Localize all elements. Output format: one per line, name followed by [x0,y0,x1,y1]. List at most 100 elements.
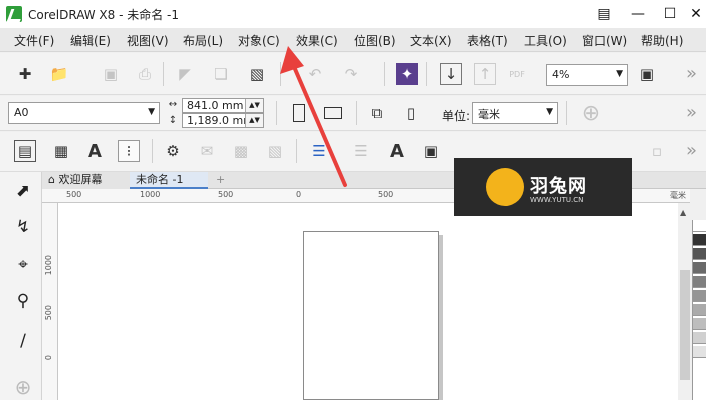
watermark-subtitle: WWW.YUTU.CN [530,196,584,204]
palette-swatch[interactable] [693,220,706,232]
menu-help[interactable]: 帮助(H) [641,32,683,49]
artistic-text-icon[interactable]: A [84,140,106,162]
toolbar-overflow-icon[interactable]: » [686,102,697,123]
menu-text[interactable]: 文本(X) [410,32,452,49]
ruler-label: 0 [44,355,53,361]
rabbit-logo-icon [486,168,524,206]
page-width-icon: ↔ [168,98,178,110]
align-icon[interactable]: ▫ [646,140,668,162]
tab-document-label: 未命名 -1 [136,173,184,186]
object-properties-icon[interactable]: ⚙ [162,140,184,162]
palette-swatch[interactable] [693,346,706,358]
title-bar: CorelDRAW X8 - 未命名 -1 ▤ — ☐ ✕ [0,0,706,28]
crop-tool-icon[interactable]: ⌖ [10,252,36,278]
palette-swatch[interactable] [693,262,706,274]
palette-swatch[interactable] [693,332,706,344]
page-size-combo[interactable]: A0 ▼ [8,102,160,124]
palette-swatch[interactable] [693,248,706,260]
ruler-label: 500 [378,190,394,199]
chevron-down-icon[interactable]: ▼ [616,69,623,79]
add-tab-button[interactable]: + [210,172,228,189]
separator [163,62,164,86]
print-icon[interactable]: ⎙ [134,63,156,85]
pick-tool-icon[interactable]: ⬈ [10,178,36,204]
text-frame-icon[interactable]: ▩ [230,140,252,162]
palette-swatch[interactable] [693,234,706,246]
coreldraw-logo-icon [6,6,22,22]
tab-welcome-label: 欢迎屏幕 [58,173,103,186]
menu-tools[interactable]: 工具(O) [524,32,567,49]
copy-icon[interactable]: ❏ [210,63,232,85]
ruler-label: 500 [218,190,234,199]
zoom-level-value: 4% [552,68,570,81]
page-height-input[interactable]: 1,189.0 mm ▲▼ [182,113,264,128]
page-width-input[interactable]: 841.0 mm ▲▼ [182,98,264,113]
vertical-ruler[interactable]: 1000 500 0 [42,203,58,400]
zoom-level-combo[interactable]: 4% ▼ [546,64,628,86]
full-screen-icon[interactable]: ▣ [636,63,658,85]
spinner-arrows-icon[interactable]: ▲▼ [245,114,263,127]
freehand-tool-icon[interactable]: ∕ [10,328,36,354]
plus-circle-icon[interactable]: ⊕ [580,101,602,126]
window-title: CorelDRAW X8 - 未命名 -1 [28,8,180,22]
minimize-button[interactable]: — [628,4,648,24]
units-combo[interactable]: 毫米 ▼ [472,102,558,124]
menu-table[interactable]: 表格(T) [467,32,508,49]
palette-swatch[interactable] [693,318,706,330]
add-tool-icon[interactable]: ⊕ [10,374,36,400]
annotation-arrow-icon [280,46,347,187]
maximize-button[interactable]: ☐ [660,4,680,24]
tab-document[interactable]: 未命名 -1 [130,172,208,189]
document-page[interactable] [303,231,439,400]
menu-edit[interactable]: 编辑(E) [70,32,111,49]
menu-file[interactable]: 文件(F) [14,32,54,49]
spinner-arrows-icon[interactable]: ▲▼ [245,99,263,112]
open-folder-icon[interactable]: 📁 [48,63,70,85]
toolbar-overflow-icon[interactable]: » [686,140,697,161]
account-icon[interactable]: ▤ [594,4,614,24]
publish-pdf-icon[interactable]: PDF [506,63,528,85]
page-height-icon: ↕ [168,114,178,126]
separator [152,139,153,163]
corel-connect-icon[interactable]: ✦ [396,63,418,85]
save-icon[interactable]: ▣ [100,63,122,85]
cut-icon[interactable]: ◤ [174,63,196,85]
envelope-icon[interactable]: ✉ [196,140,218,162]
current-page-icon[interactable]: ▯ [400,102,422,124]
paste-icon[interactable]: ▧ [246,63,268,85]
ruler-label: 500 [66,190,82,199]
palette-swatch[interactable] [693,304,706,316]
close-button[interactable]: ✕ [686,4,706,24]
separator [384,62,385,86]
ruler-label: 1000 [140,190,161,199]
palette-swatch[interactable] [693,276,706,288]
page-height-value: 1,189.0 mm [187,114,254,127]
scroll-up-icon[interactable]: ▲ [680,208,686,217]
separator [426,62,427,86]
menu-view[interactable]: 视图(V) [127,32,169,49]
menu-window[interactable]: 窗口(W) [582,32,627,49]
shape-tool-icon[interactable]: ▣ [420,140,442,162]
all-pages-icon[interactable]: ⧉ [366,102,388,124]
shape-edit-tool-icon[interactable]: ↯ [10,214,36,240]
dynamic-guides-icon[interactable]: ⁝ [118,140,140,162]
palette-swatch[interactable] [693,290,706,302]
home-icon: ⌂ [48,173,59,186]
tab-welcome-screen[interactable]: ⌂ 欢迎屏幕 [42,172,130,189]
chevron-down-icon[interactable]: ▼ [546,107,553,117]
menu-bitmaps[interactable]: 位图(B) [354,32,396,49]
new-document-icon[interactable]: ✚ [14,63,36,85]
toolbar-overflow-icon[interactable]: » [686,63,697,84]
text-tool-icon[interactable]: A [386,140,408,162]
chevron-down-icon[interactable]: ▼ [148,107,155,117]
menu-layout[interactable]: 布局(L) [183,32,223,49]
ruler-unit: 毫米 [670,191,686,200]
page-width-value: 841.0 mm [187,99,244,112]
import-icon[interactable]: ↓ [440,63,462,85]
page-size-value: A0 [14,106,29,119]
snap-icon[interactable]: ▤ [14,140,36,162]
zoom-tool-icon[interactable]: ⚲ [10,288,36,314]
table-grid-icon[interactable]: ▦ [50,140,72,162]
export-icon[interactable]: ↑ [474,63,496,85]
scrollbar-thumb[interactable] [680,270,690,380]
